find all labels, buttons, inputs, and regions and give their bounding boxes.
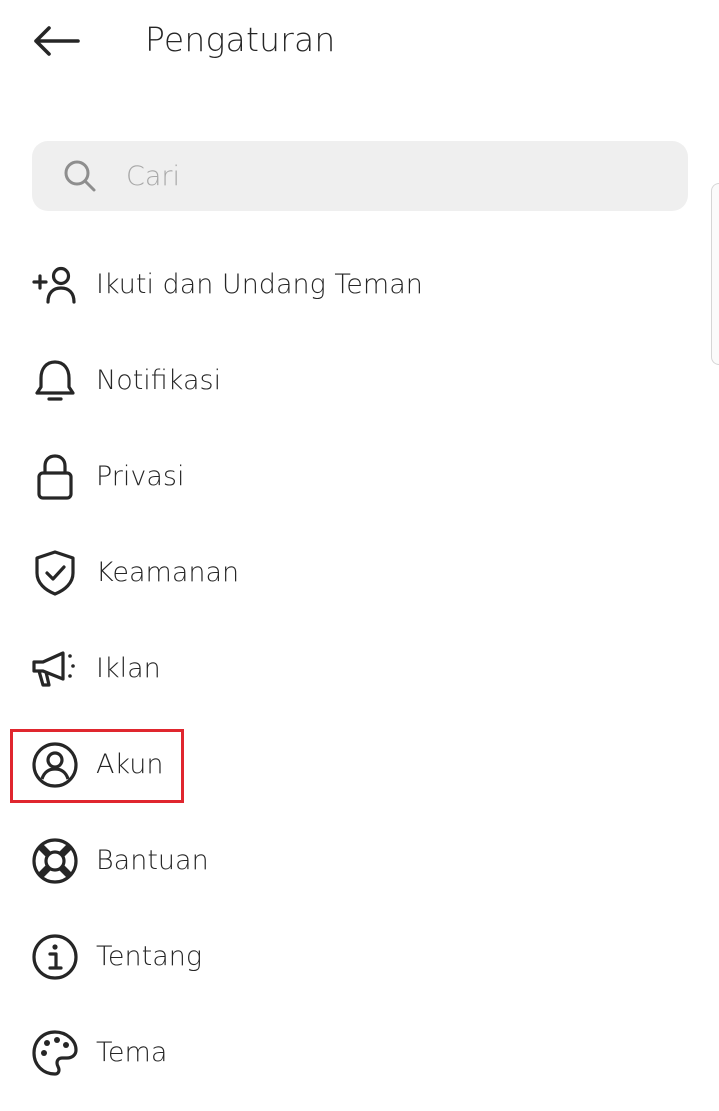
menu-item-notifications[interactable]: Notifikasi [0,333,719,429]
menu-item-label: Ikuti dan Undang Teman [96,269,423,300]
menu-item-security[interactable]: Keamanan [0,525,719,621]
highlight-box [10,729,184,803]
megaphone-icon [31,645,79,693]
shield-check-icon [31,549,79,597]
palette-icon [31,1029,79,1077]
search-input[interactable] [126,156,606,196]
bell-icon [31,357,79,405]
menu-item-ads[interactable]: Iklan [0,621,719,717]
back-arrow-icon [32,25,80,57]
page-title: Pengaturan [145,20,336,59]
menu-item-label: Privasi [96,461,185,492]
settings-menu: Ikuti dan Undang Teman Notifikasi Privas… [0,237,719,1101]
menu-item-label: Tema [96,1037,168,1068]
menu-item-follow-invite[interactable]: Ikuti dan Undang Teman [0,237,719,333]
menu-item-about[interactable]: Tentang [0,909,719,1005]
menu-item-label: Notifikasi [96,365,222,396]
menu-item-privacy[interactable]: Privasi [0,429,719,525]
info-icon [31,933,79,981]
menu-item-help[interactable]: Bantuan [0,813,719,909]
add-person-icon [31,261,79,309]
lifebuoy-icon [31,837,79,885]
lock-icon [31,453,79,501]
search-icon [62,158,98,194]
search-bar[interactable] [32,141,688,211]
settings-screen: Pengaturan Ikuti dan Undang Teman [0,0,719,1111]
back-button[interactable] [26,16,86,66]
menu-item-label: Keamanan [96,557,240,588]
menu-item-label: Iklan [96,653,161,684]
header: Pengaturan [0,0,719,84]
menu-item-theme[interactable]: Tema [0,1005,719,1101]
menu-item-label: Tentang [96,941,203,972]
menu-item-label: Bantuan [96,845,209,876]
